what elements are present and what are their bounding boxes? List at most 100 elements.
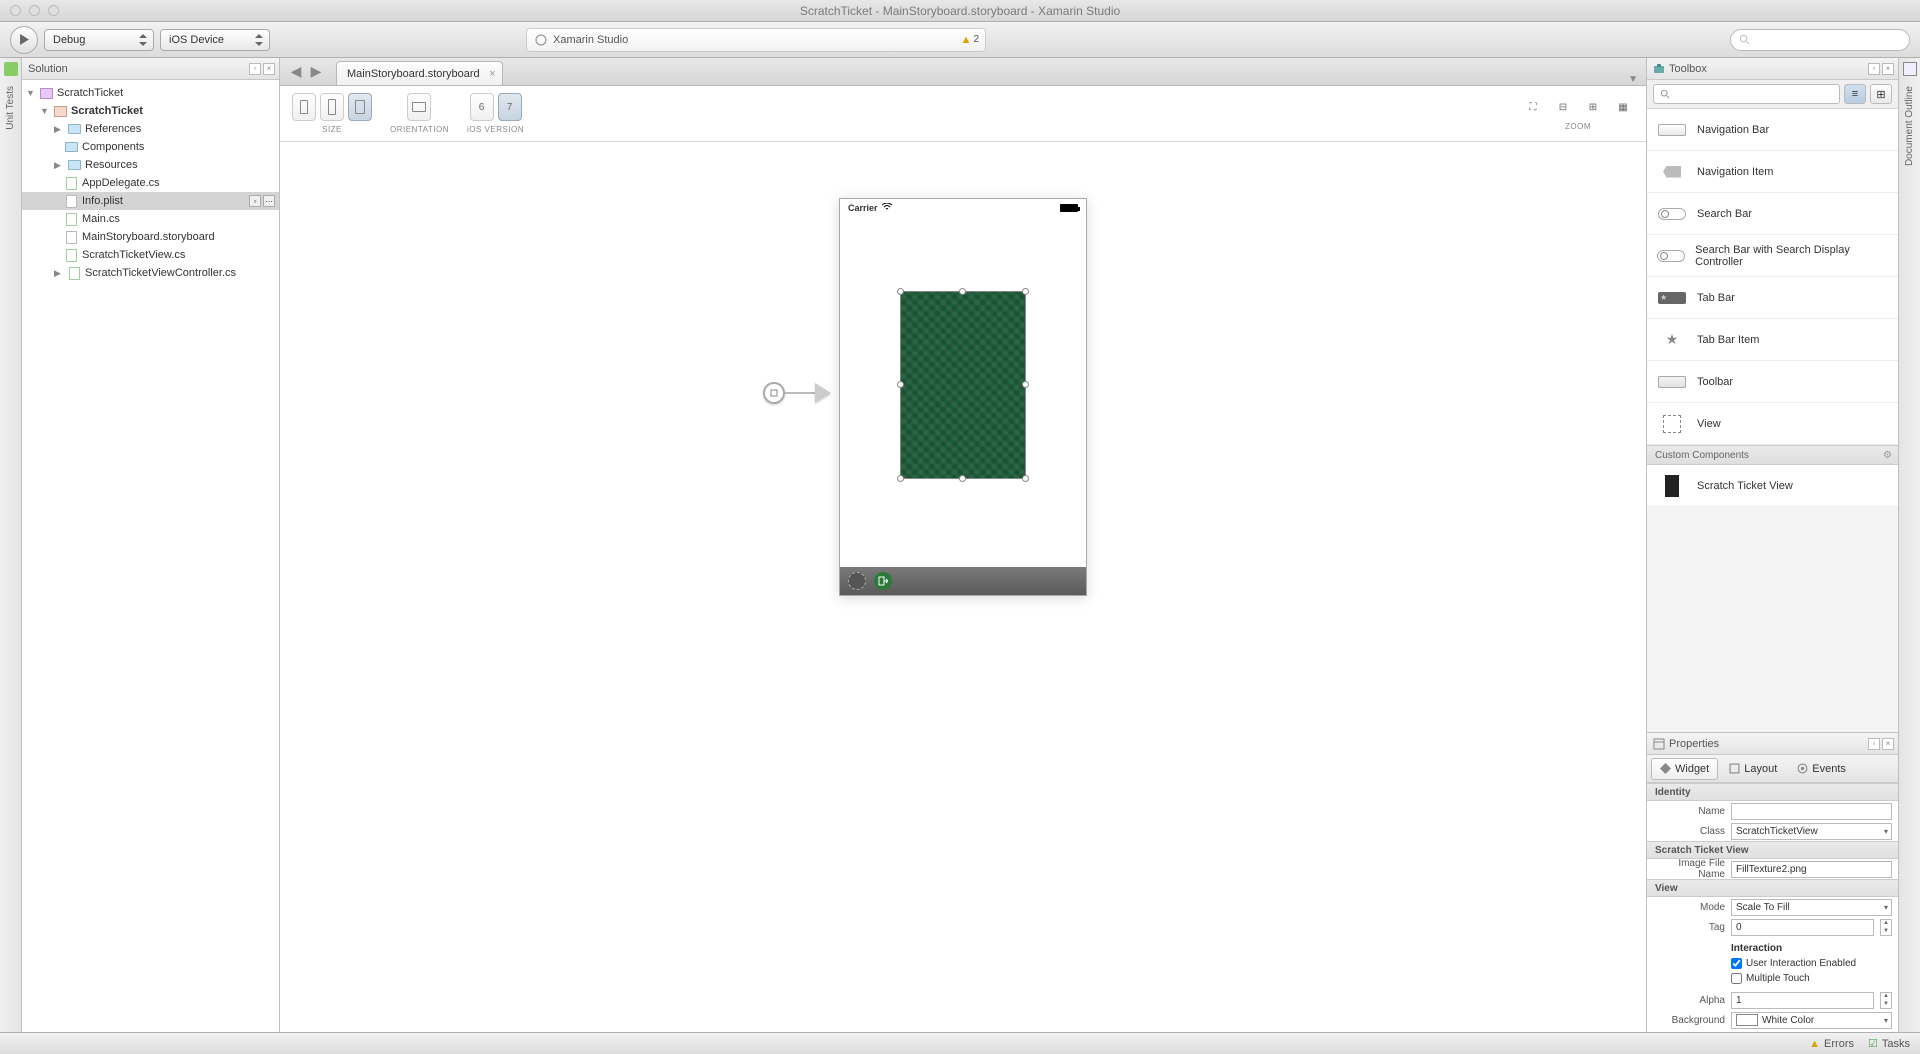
- ios7-button[interactable]: 7: [498, 93, 522, 121]
- editor-area: ◀ ▶ MainStoryboard.storyboard × ▼ SIZE: [280, 58, 1646, 1032]
- toolbox-header: Toolbox ▫ ×: [1647, 58, 1898, 80]
- panel-close-icon[interactable]: ×: [1882, 63, 1894, 75]
- user-interaction-checkbox[interactable]: [1731, 958, 1742, 969]
- toolbox-item-toolbar[interactable]: Toolbar: [1647, 361, 1898, 403]
- alpha-field[interactable]: 1: [1731, 992, 1874, 1009]
- toolbox-item-search-bar-controller[interactable]: Search Bar with Search Display Controlle…: [1647, 235, 1898, 277]
- nav-forward-button[interactable]: ▶: [306, 62, 326, 82]
- file-menu-icon[interactable]: ⋯: [263, 195, 275, 207]
- file-options-icon[interactable]: ▫: [249, 195, 261, 207]
- toolbox-item-scratch-ticket-view[interactable]: Scratch Ticket View: [1647, 465, 1898, 507]
- name-field[interactable]: [1731, 803, 1892, 820]
- solution-node[interactable]: ▼ScratchTicket: [22, 84, 279, 102]
- alpha-stepper[interactable]: ▲▼: [1880, 992, 1892, 1009]
- zoom-in-icon[interactable]: ⊞: [1582, 96, 1604, 118]
- zoom-actual-icon[interactable]: ▦: [1612, 96, 1634, 118]
- window-title: ScratchTicket - MainStoryboard.storyboar…: [0, 4, 1920, 18]
- properties-icon: [1653, 738, 1665, 750]
- entry-point-arrow[interactable]: [763, 382, 831, 404]
- folder-references[interactable]: ▶References: [22, 120, 279, 138]
- toolbox-item-search-bar[interactable]: Search Bar: [1647, 193, 1898, 235]
- tab-layout[interactable]: Layout: [1720, 758, 1786, 780]
- section-view: View: [1647, 879, 1898, 897]
- tasks-pad-button[interactable]: ☑ Tasks: [1868, 1037, 1910, 1050]
- run-button[interactable]: [10, 26, 38, 54]
- toolbox-list-view-toggle[interactable]: ≡: [1844, 84, 1866, 104]
- size-iphone4-button[interactable]: [292, 93, 316, 121]
- status-bar: ▲ Errors ☑ Tasks: [0, 1032, 1920, 1054]
- folder-resources[interactable]: ▶Resources: [22, 156, 279, 174]
- size-iphone5-button[interactable]: [320, 93, 344, 121]
- background-field[interactable]: White Color: [1731, 1012, 1892, 1029]
- design-canvas[interactable]: Carrier: [280, 142, 1646, 1032]
- multiple-touch-checkbox[interactable]: [1731, 973, 1742, 984]
- tasks-icon: ☑: [1868, 1037, 1878, 1050]
- file-viewcontroller[interactable]: ▶ScratchTicketViewController.cs: [22, 264, 279, 282]
- app-icon: [535, 34, 547, 46]
- file-storyboard[interactable]: MainStoryboard.storyboard: [22, 228, 279, 246]
- panel-autohide-icon[interactable]: ▫: [1868, 738, 1880, 750]
- tag-stepper[interactable]: ▲▼: [1880, 919, 1892, 936]
- properties-panel: Properties ▫ × Widget Layout Events: [1647, 732, 1898, 1032]
- tab-dropdown-icon[interactable]: ▼: [1628, 74, 1638, 85]
- scratch-ticket-view-element[interactable]: [900, 291, 1026, 479]
- right-rail: Document Outline: [1898, 58, 1920, 1032]
- toolbox-item-view[interactable]: View: [1647, 403, 1898, 445]
- exit-icon[interactable]: [874, 572, 892, 590]
- size-ipad-button[interactable]: [348, 93, 372, 121]
- zoom-out-icon[interactable]: ⊟: [1552, 96, 1574, 118]
- right-column: Toolbox ▫ × ≡ ⊞ Navigation Bar Navigatio…: [1646, 58, 1898, 1032]
- toolbox-item-tab-bar[interactable]: Tab Bar: [1647, 277, 1898, 319]
- warning-badge[interactable]: ▲ 2: [961, 34, 979, 46]
- tab-widget[interactable]: Widget: [1651, 758, 1718, 780]
- file-infoplist[interactable]: Info.plist ▫⋯: [22, 192, 279, 210]
- device-frame[interactable]: Carrier: [839, 198, 1087, 596]
- scene-dock: [840, 567, 1086, 595]
- panel-close-icon[interactable]: ×: [263, 63, 275, 75]
- toolbox-item-navigation-item[interactable]: Navigation Item: [1647, 151, 1898, 193]
- configuration-selector[interactable]: Debug: [44, 29, 154, 51]
- toolbox-item-tab-bar-item[interactable]: ★Tab Bar Item: [1647, 319, 1898, 361]
- unit-tests-tab[interactable]: Unit Tests: [5, 86, 16, 130]
- battery-icon: [1060, 204, 1078, 212]
- zoom-fit-icon[interactable]: ⛶: [1522, 96, 1544, 118]
- image-file-field[interactable]: FillTexture2.png: [1731, 861, 1892, 878]
- widget-icon: [1660, 763, 1671, 774]
- document-outline-tab[interactable]: Document Outline: [1904, 86, 1915, 166]
- global-search-input[interactable]: [1730, 29, 1910, 51]
- search-icon: [1660, 89, 1670, 99]
- orientation-button[interactable]: [407, 93, 431, 121]
- target-selector[interactable]: iOS Device: [160, 29, 270, 51]
- first-responder-icon[interactable]: [848, 572, 866, 590]
- tab-close-icon[interactable]: ×: [489, 68, 495, 80]
- unit-tests-icon[interactable]: [4, 62, 18, 76]
- panel-close-icon[interactable]: ×: [1882, 738, 1894, 750]
- properties-tabs: Widget Layout Events: [1647, 755, 1898, 783]
- file-appdelegate[interactable]: AppDelegate.cs: [22, 174, 279, 192]
- folder-components[interactable]: Components: [22, 138, 279, 156]
- gear-icon[interactable]: ⚙: [1883, 450, 1892, 461]
- ios6-button[interactable]: 6: [470, 93, 494, 121]
- mode-field[interactable]: Scale To Fill: [1731, 899, 1892, 916]
- solution-header: Solution ▫ ×: [22, 58, 279, 80]
- tag-field[interactable]: 0: [1731, 919, 1874, 936]
- document-outline-icon[interactable]: [1903, 62, 1917, 76]
- toolbox-item-navigation-bar[interactable]: Navigation Bar: [1647, 109, 1898, 151]
- nav-back-button[interactable]: ◀: [286, 62, 306, 82]
- toolbox-grid-view-toggle[interactable]: ⊞: [1870, 84, 1892, 104]
- project-node[interactable]: ▼ScratchTicket: [22, 102, 279, 120]
- toolbox-search-input[interactable]: [1653, 84, 1840, 104]
- errors-pad-button[interactable]: ▲ Errors: [1809, 1038, 1854, 1050]
- class-field[interactable]: ScratchTicketView: [1731, 823, 1892, 840]
- status-display: Xamarin Studio ▲ 2: [526, 28, 986, 52]
- tab-events[interactable]: Events: [1788, 758, 1855, 780]
- file-main[interactable]: Main.cs: [22, 210, 279, 228]
- panel-autohide-icon[interactable]: ▫: [1868, 63, 1880, 75]
- file-scratchticketview[interactable]: ScratchTicketView.cs: [22, 246, 279, 264]
- toolbox-panel: Toolbox ▫ × ≡ ⊞ Navigation Bar Navigatio…: [1647, 58, 1898, 732]
- device-statusbar: Carrier: [840, 199, 1086, 217]
- panel-autohide-icon[interactable]: ▫: [249, 63, 261, 75]
- editor-tab[interactable]: MainStoryboard.storyboard ×: [336, 61, 503, 85]
- section-identity: Identity: [1647, 783, 1898, 801]
- left-rail: Unit Tests: [0, 58, 22, 1032]
